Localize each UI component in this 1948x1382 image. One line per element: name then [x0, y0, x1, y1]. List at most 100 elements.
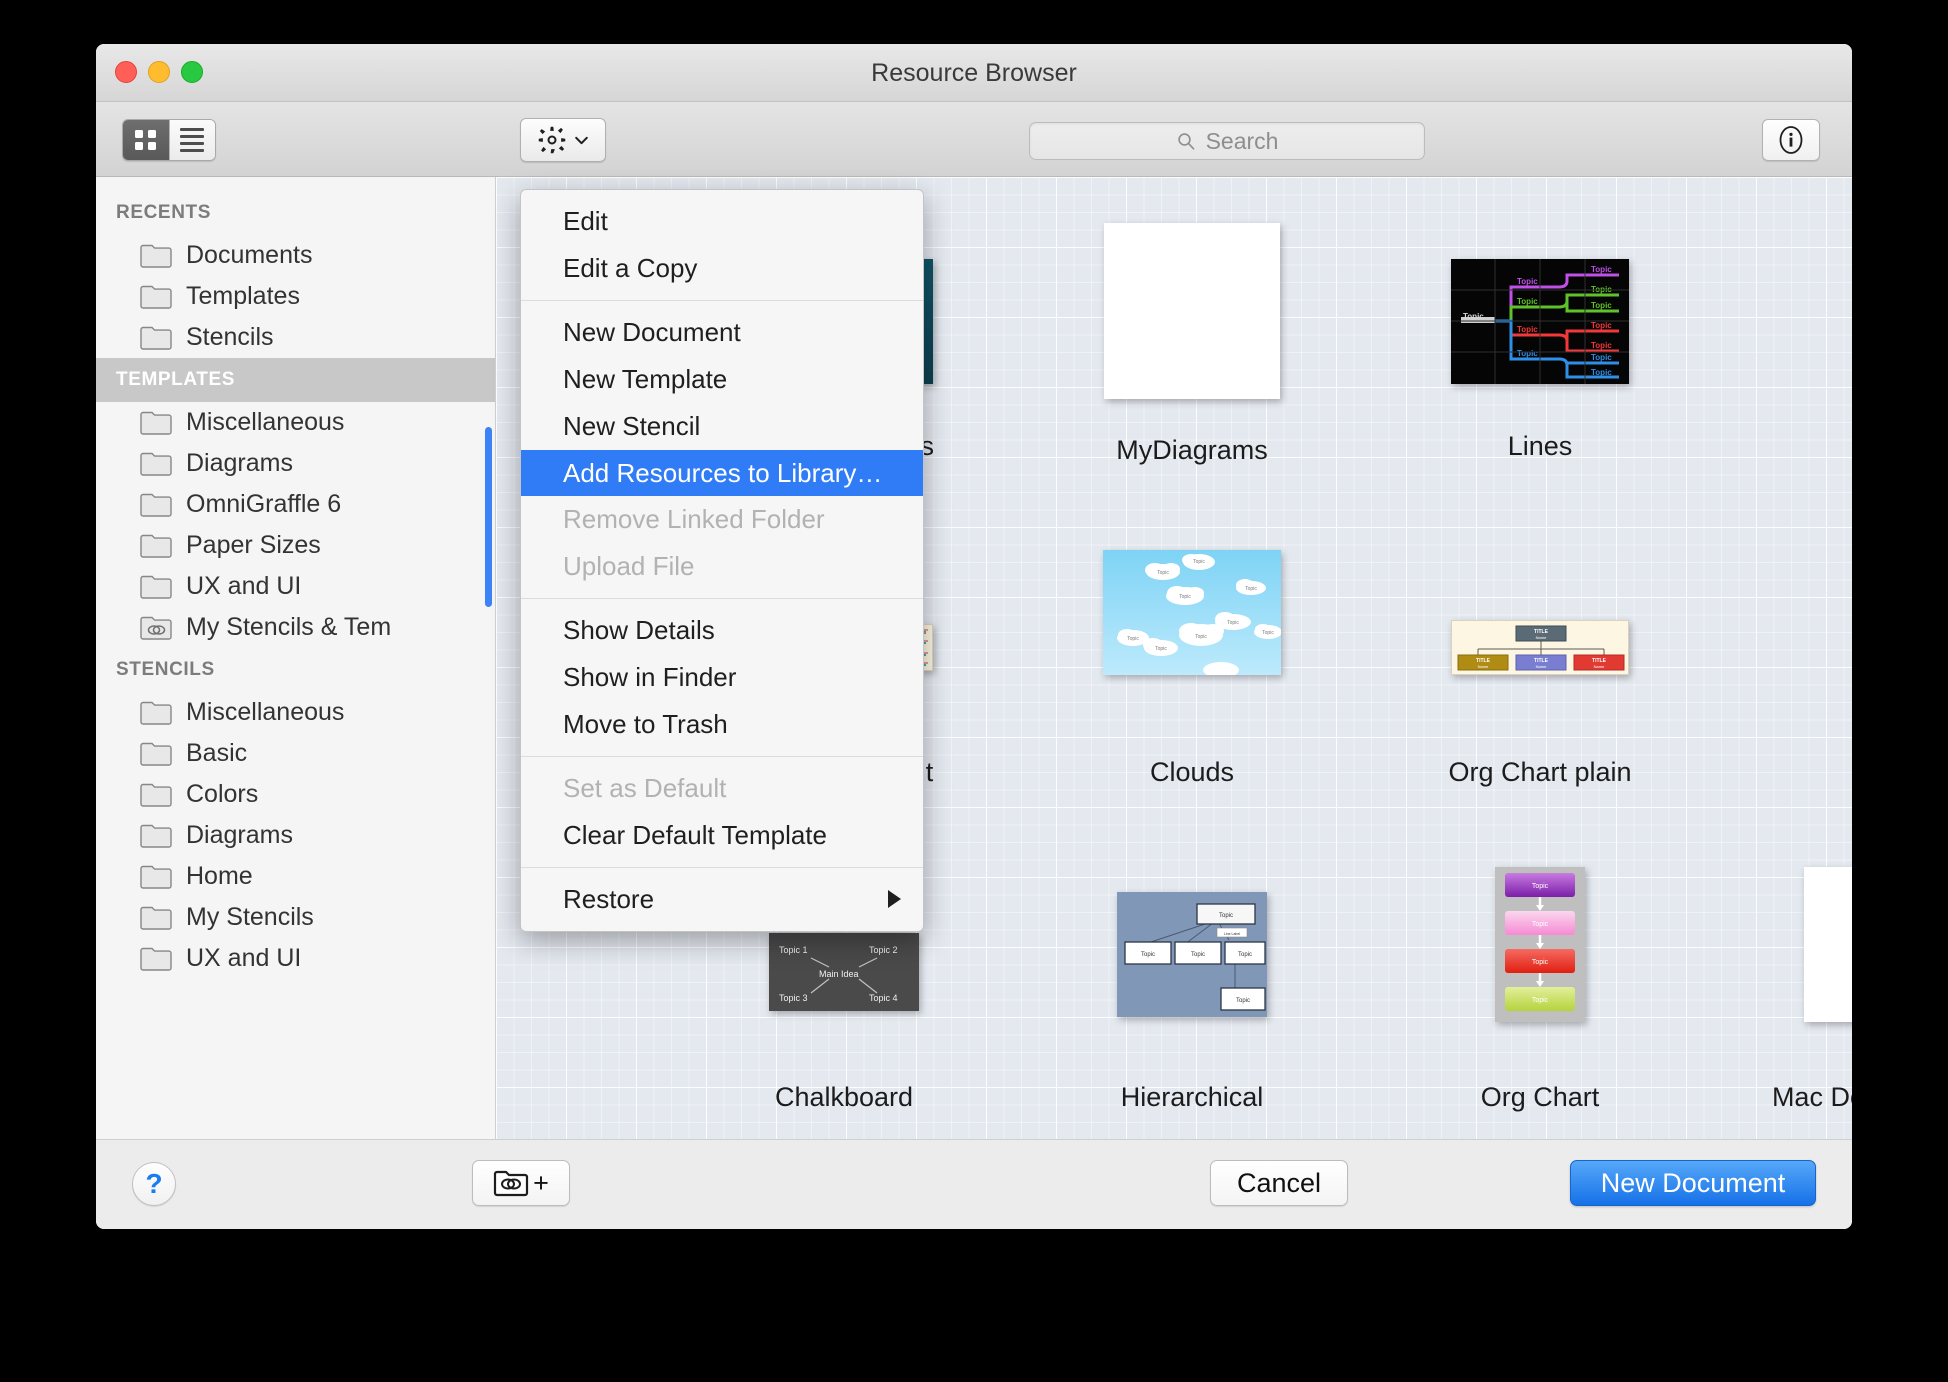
resource-tile-label: MyDiagrams — [1116, 435, 1268, 465]
list-view-button[interactable] — [168, 120, 215, 160]
sidebar-item-home[interactable]: Home — [96, 856, 495, 897]
svg-text:Topic: Topic — [1245, 586, 1257, 592]
menu-item-new-stencil[interactable]: New Stencil — [521, 403, 923, 450]
menu-item-edit-a-copy[interactable]: Edit a Copy — [521, 245, 923, 292]
sidebar-item-basic[interactable]: Basic — [96, 733, 495, 774]
thumbnail-wrap — [1062, 197, 1322, 425]
thumbnail-wrap: Topic Topic Topic Topic Topic Topic Topic Top… — [1062, 477, 1322, 747]
sidebar-item-my-stencils-and-templates[interactable]: My Stencils & Tem — [96, 607, 495, 648]
sidebar-item-templates-recent[interactable]: Templates — [96, 276, 495, 317]
sidebar-item-label: Templates — [186, 282, 300, 310]
action-gear-menu-button[interactable] — [520, 118, 606, 162]
window-title: Resource Browser — [871, 59, 1077, 87]
svg-text:Topic: Topic — [1591, 265, 1612, 274]
sidebar-section-header-templates: TEMPLATES — [96, 358, 495, 402]
menu-item-edit[interactable]: Edit — [521, 198, 923, 245]
svg-text:Name: Name — [1536, 664, 1547, 669]
add-linked-folder-button[interactable]: + — [472, 1160, 570, 1206]
sidebar-item-ux-and-ui-stencils[interactable]: UX and UI — [96, 938, 495, 979]
gear-icon — [538, 126, 565, 154]
resource-tile-label: Org Chart — [1480, 1082, 1600, 1112]
help-button[interactable]: ? — [132, 1162, 176, 1206]
sidebar-item-label: Stencils — [186, 323, 274, 351]
resource-tile-org-chart-plain[interactable]: TITLE Name TITLE Name TITLE Name TITLE Name … — [1410, 547, 1670, 788]
sidebar-item-diagrams-templates[interactable]: Diagrams — [96, 443, 495, 484]
svg-text:Topic: Topic — [1227, 620, 1239, 626]
sidebar-section-header-recents: RECENTS — [116, 202, 211, 223]
menu-item-upload-file: Upload File — [563, 551, 695, 582]
info-button[interactable] — [1762, 119, 1820, 161]
menu-item-show-in-finder[interactable]: Show in Finder — [521, 654, 923, 701]
view-mode-switch[interactable] — [122, 119, 216, 161]
search-field[interactable]: Search — [1029, 122, 1425, 160]
cancel-button[interactable]: Cancel — [1210, 1160, 1348, 1206]
resource-browser-window: Resource Browser Search RECENTS Document… — [96, 44, 1852, 1229]
svg-text:Topic 2: Topic 2 — [869, 945, 898, 955]
resource-tile-mac-document-icon[interactable]: Mac Document Icon — [1732, 817, 1852, 1113]
menu-item-clear-default-template[interactable]: Clear Default Template — [521, 812, 923, 859]
svg-text:Name: Name — [1478, 664, 1489, 669]
linked-folder-plus-icon — [494, 1170, 529, 1197]
menu-item-new-document[interactable]: New Document — [521, 309, 923, 356]
svg-text:Topic: Topic — [1591, 301, 1612, 310]
resource-tile-clouds[interactable]: Topic Topic Topic Topic Topic Topic Topic Top… — [1062, 477, 1322, 788]
svg-text:Topic: Topic — [1463, 312, 1484, 321]
thumbnail-wrap: Topic Topic Topic Topic Topic Topic Topi… — [1410, 221, 1670, 421]
menu-item-new-template[interactable]: New Template — [521, 356, 923, 403]
sidebar-item-my-stencils[interactable]: My Stencils — [96, 897, 495, 938]
resource-tile-org-chart[interactable]: Topic Topic Topic Topic Org Chart — [1410, 817, 1670, 1113]
svg-text:Topic: Topic — [1591, 368, 1612, 377]
svg-text:Topic: Topic — [1532, 959, 1549, 966]
menu-separator — [521, 866, 923, 868]
org-chart-plain-thumbnail: TITLE Name TITLE Name TITLE Name TITLE Name — [1451, 619, 1629, 675]
menu-separator — [521, 299, 923, 301]
svg-text:Topic: Topic — [1219, 913, 1233, 919]
sidebar-scrollbar[interactable] — [485, 427, 492, 607]
folder-icon — [140, 783, 172, 807]
new-document-button[interactable]: New Document — [1570, 1160, 1816, 1206]
thumbnail-wrap — [1732, 817, 1852, 1072]
svg-text:Topic: Topic — [1532, 997, 1549, 1004]
gear-dropdown-menu: Edit Edit a Copy New Document New Templa… — [520, 189, 924, 932]
svg-text:Line Label: Line Label — [1224, 932, 1240, 936]
lines-thumbnail: Topic Topic Topic Topic Topic Topic Topi… — [1451, 258, 1629, 384]
title-bar: Resource Browser — [96, 44, 1852, 102]
svg-text:Topic: Topic — [1127, 636, 1139, 642]
menu-item-label: Restore — [563, 883, 655, 914]
sidebar-item-label: Documents — [186, 241, 313, 269]
svg-text:Topic: Topic — [1179, 594, 1191, 600]
sidebar-item-documents[interactable]: Documents — [96, 235, 495, 276]
folder-icon — [140, 701, 172, 725]
sidebar: RECENTS Documents Templates Stencils TEM… — [96, 177, 496, 1139]
resource-tile-hierarchical[interactable]: Topic Topic Topic Topic Topic Line Label… — [1062, 837, 1322, 1113]
thumbnail-wrap: TITLE Name TITLE Name TITLE Name TITLE Name — [1410, 547, 1670, 747]
svg-text:Topic: Topic — [1532, 883, 1549, 890]
menu-item-restore[interactable]: Restore — [521, 876, 923, 923]
sidebar-item-colors[interactable]: Colors — [96, 774, 495, 815]
svg-text:Topic 1: Topic 1 — [779, 945, 808, 955]
folder-icon — [140, 824, 172, 848]
svg-text:Topic: Topic — [1591, 321, 1612, 330]
sidebar-item-omnigraffle-6[interactable]: OmniGraffle 6 — [96, 484, 495, 525]
menu-item-show-details[interactable]: Show Details — [521, 607, 923, 654]
sidebar-item-paper-sizes[interactable]: Paper Sizes — [96, 525, 495, 566]
thumbnail-wrap: Topic Topic Topic Topic Topic Line Label — [1062, 837, 1322, 1072]
resource-tile-mydiagrams[interactable]: MyDiagrams — [1062, 197, 1322, 466]
menu-item-add-resources-to-library[interactable]: Add Resources to Library… — [521, 449, 923, 497]
sidebar-item-ux-and-ui-templates[interactable]: UX and UI — [96, 566, 495, 607]
menu-item-set-as-default: Set as Default — [563, 772, 727, 803]
chevron-down-icon — [574, 136, 588, 144]
sidebar-item-miscellaneous-templates[interactable]: Miscellaneous — [96, 402, 495, 443]
grid-view-button[interactable] — [123, 120, 169, 160]
sidebar-item-miscellaneous-stencils[interactable]: Miscellaneous — [96, 692, 495, 733]
search-input[interactable]: Search — [1206, 128, 1279, 155]
svg-text:Topic: Topic — [1517, 325, 1538, 334]
sidebar-item-diagrams-stencils[interactable]: Diagrams — [96, 815, 495, 856]
resource-tile-label: Lines — [1507, 431, 1573, 461]
list-view-icon — [180, 128, 205, 152]
menu-separator — [521, 755, 923, 757]
sidebar-item-stencils-recent[interactable]: Stencils — [96, 317, 495, 358]
resource-tile-lines[interactable]: Topic Topic Topic Topic Topic Topic Topi… — [1410, 221, 1670, 462]
chalkboard-thumbnail: Topic 1 Topic 2 Main Idea Topic 3 Topic … — [769, 933, 919, 1011]
menu-item-move-to-trash[interactable]: Move to Trash — [521, 701, 923, 748]
